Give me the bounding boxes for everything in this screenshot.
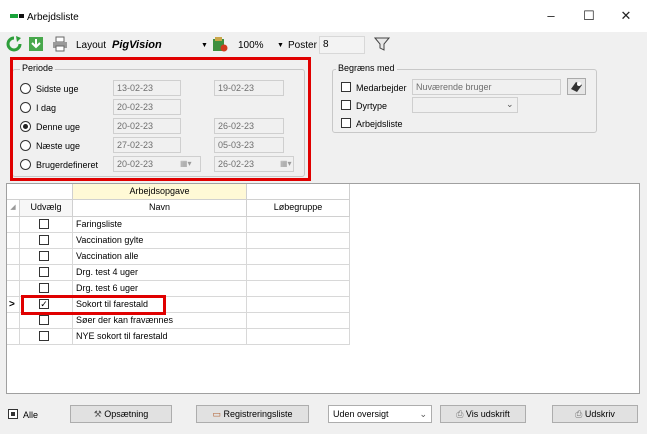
navn-cell[interactable]: Faringsliste (73, 217, 247, 233)
row-header[interactable] (7, 281, 20, 297)
udvaelg-cell[interactable] (20, 249, 73, 265)
group-header-arbejdsopgave: Arbejdsopgave (73, 184, 247, 200)
vis-udskrift-label: Vis udskrift (465, 409, 510, 419)
print-preview-icon: ⎙ (456, 409, 466, 419)
dyrtype-checkbox[interactable] (341, 100, 351, 110)
loebegruppe-cell[interactable] (247, 297, 350, 313)
registreringsliste-label: Registreringsliste (223, 409, 293, 419)
row-header-corner-icon: ◢ (7, 200, 20, 217)
work-task-grid: Arbejdsopgave ◢ Udvælg Navn Løbegruppe F… (6, 183, 640, 394)
loebegruppe-cell[interactable] (247, 249, 350, 265)
dyrtype-chevron-down-icon[interactable]: ⌄ (506, 99, 514, 110)
row-header[interactable] (7, 329, 20, 345)
medarbejder-field[interactable]: Nuværende bruger (412, 79, 561, 95)
registreringsliste-button[interactable]: ▭ Registreringsliste (196, 405, 309, 423)
maximize-button[interactable]: ☐ (579, 8, 599, 24)
begraens-legend: Begræns med (336, 63, 397, 73)
close-button[interactable]: ✕ (616, 8, 636, 24)
layout-chevron-down-icon[interactable]: ▼ (201, 42, 208, 49)
window-title: Arbejdsliste (27, 12, 79, 23)
zoom-value[interactable]: 100% (238, 40, 264, 51)
row-checkbox[interactable] (39, 219, 49, 229)
col-header-navn[interactable]: Navn (73, 200, 247, 217)
loebegruppe-cell[interactable] (247, 281, 350, 297)
filter-icon[interactable] (373, 36, 391, 52)
row-header[interactable] (7, 265, 20, 281)
wrench-icon: ⚒ (93, 409, 105, 419)
udvaelg-cell[interactable] (20, 217, 73, 233)
udvaelg-cell[interactable] (20, 233, 73, 249)
navn-cell[interactable]: Vaccination alle (73, 249, 247, 265)
udvaelg-cell[interactable] (20, 329, 73, 345)
row-checkbox[interactable] (39, 267, 49, 277)
selected-row-highlight-box (21, 295, 166, 315)
alle-label: Alle (23, 410, 39, 420)
poster-field[interactable]: 8 (319, 36, 365, 54)
navn-cell[interactable]: Vaccination gylte (73, 233, 247, 249)
loebegruppe-cell[interactable] (247, 329, 350, 345)
medarbejder-checkbox[interactable] (341, 82, 351, 92)
col-header-udvaelg[interactable]: Udvælg (20, 200, 73, 217)
udskriv-label: Udskriv (584, 409, 615, 419)
oversigt-chevron-down-icon: ⌄ (419, 409, 427, 419)
opsaetning-label: Opsætning (104, 409, 149, 419)
row-checkbox[interactable] (39, 251, 49, 261)
navn-cell[interactable]: Drg. test 4 uger (73, 265, 247, 281)
user-lookup-icon (571, 82, 582, 92)
medarbejder-label: Medarbejder (356, 83, 407, 93)
row-checkbox[interactable] (39, 315, 49, 325)
udskriv-button[interactable]: ⎙ Udskriv (552, 405, 638, 423)
loebegruppe-cell[interactable] (247, 217, 350, 233)
select-user-button[interactable] (567, 78, 586, 95)
loebegruppe-cell[interactable] (247, 265, 350, 281)
current-row-marker[interactable]: > (7, 297, 20, 313)
arbejdsliste-checkbox[interactable] (341, 118, 351, 128)
loebegruppe-cell[interactable] (247, 233, 350, 249)
loebegruppe-cell[interactable] (247, 313, 350, 329)
group-header-empty (247, 184, 350, 200)
row-header[interactable] (7, 233, 20, 249)
oversigt-dropdown[interactable]: Uden oversigt ⌄ (328, 405, 432, 423)
row-checkbox[interactable] (39, 235, 49, 245)
layout-dropdown[interactable]: PigVision (112, 39, 162, 51)
layout-settings-icon[interactable] (212, 36, 228, 52)
row-header[interactable] (7, 249, 20, 265)
udvaelg-cell[interactable] (20, 265, 73, 281)
app-logo-icon (10, 14, 24, 18)
opsaetning-button[interactable]: ⚒ Opsætning (70, 405, 172, 423)
print-icon[interactable] (52, 36, 68, 52)
registration-list-icon: ▭ (212, 409, 224, 419)
zoom-chevron-down-icon[interactable]: ▼ (277, 42, 284, 49)
row-checkbox[interactable] (39, 283, 49, 293)
arbejdsliste-label: Arbejdsliste (356, 119, 403, 129)
alle-indeterminate-mark (11, 412, 15, 416)
title-bar: Arbejdsliste – ☐ ✕ (0, 0, 647, 30)
navn-cell[interactable]: Søer der kan fravænnes (73, 313, 247, 329)
poster-label: Poster (288, 40, 317, 51)
row-checkbox[interactable] (39, 331, 49, 341)
row-header[interactable] (7, 313, 20, 329)
grid-corner-top (7, 184, 73, 200)
dyrtype-label: Dyrtype (356, 101, 388, 111)
col-header-loebegruppe[interactable]: Løbegruppe (247, 200, 350, 217)
navn-cell[interactable]: NYE sokort til farestald (73, 329, 247, 345)
udvaelg-cell[interactable] (20, 313, 73, 329)
vis-udskrift-button[interactable]: ⎙ Vis udskrift (440, 405, 526, 423)
refresh-icon[interactable] (6, 36, 22, 52)
dyrtype-dropdown[interactable] (412, 97, 518, 113)
alle-checkbox[interactable] (8, 409, 18, 419)
layout-label: Layout (76, 40, 107, 51)
row-header[interactable] (7, 217, 20, 233)
udskriv-print-icon: ⎙ (575, 409, 585, 419)
periode-highlight-box (10, 57, 311, 181)
minimize-button[interactable]: – (541, 8, 561, 24)
oversigt-value: Uden oversigt (333, 409, 389, 419)
download-icon[interactable] (28, 36, 44, 52)
